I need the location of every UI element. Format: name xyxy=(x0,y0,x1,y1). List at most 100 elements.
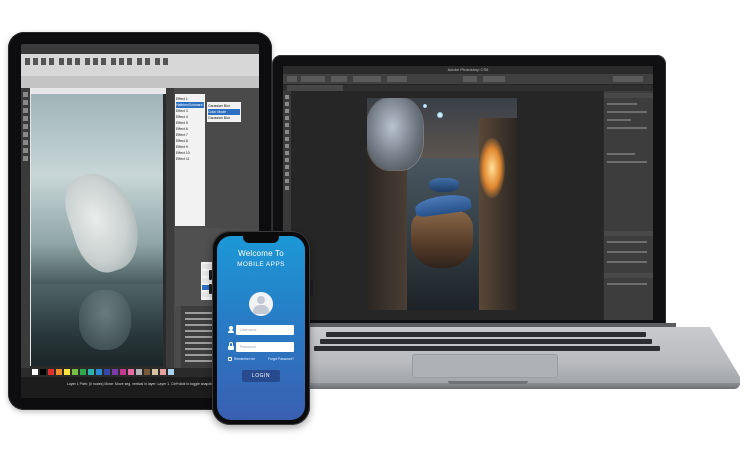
blur-preview-overlay[interactable] xyxy=(367,98,423,170)
color-swatch[interactable] xyxy=(168,369,174,375)
effects-list[interactable]: Effect 1 Halbton/Schwarz-Weiß Effect 3 E… xyxy=(175,94,205,226)
slider[interactable] xyxy=(607,111,647,113)
slider[interactable] xyxy=(607,283,647,285)
tool-icon[interactable] xyxy=(285,151,289,155)
tool-icon[interactable] xyxy=(101,58,106,65)
options-bar[interactable] xyxy=(283,74,653,85)
slider[interactable] xyxy=(607,261,647,263)
color-swatch[interactable] xyxy=(88,369,94,375)
tool-icon[interactable] xyxy=(285,95,289,99)
tool-icon[interactable] xyxy=(285,179,289,183)
tool-preset-button[interactable] xyxy=(287,76,297,82)
remember-me-checkbox[interactable] xyxy=(228,357,232,361)
color-swatch[interactable] xyxy=(72,369,78,375)
tool-icon[interactable] xyxy=(75,58,80,65)
tool-icon[interactable] xyxy=(23,100,28,105)
workspace-switcher[interactable] xyxy=(613,76,643,82)
keyboard-row[interactable] xyxy=(320,339,652,344)
slider[interactable] xyxy=(607,241,647,243)
tool-icon[interactable] xyxy=(23,132,28,137)
color-swatch[interactable] xyxy=(96,369,102,375)
tool-icon[interactable] xyxy=(23,140,28,145)
list-item[interactable]: Gaussian Blur xyxy=(208,115,240,121)
remember-me-label[interactable]: Remember me xyxy=(234,357,255,361)
slider[interactable] xyxy=(607,161,647,163)
tool-icon[interactable] xyxy=(59,58,64,65)
color-swatch[interactable] xyxy=(64,369,70,375)
tool-icon[interactable] xyxy=(163,58,168,65)
option-field[interactable] xyxy=(353,76,381,82)
color-swatch[interactable] xyxy=(160,369,166,375)
slider[interactable] xyxy=(607,127,647,129)
keyboard[interactable] xyxy=(306,330,672,352)
color-swatch[interactable] xyxy=(128,369,134,375)
tool-icon[interactable] xyxy=(23,116,28,121)
tool-icon[interactable] xyxy=(285,116,289,120)
tool-icon[interactable] xyxy=(137,58,142,65)
panel-header[interactable] xyxy=(604,273,653,278)
option-field[interactable] xyxy=(463,76,477,82)
tool-icon[interactable] xyxy=(155,58,160,65)
color-swatch[interactable] xyxy=(104,369,110,375)
keyboard-row[interactable] xyxy=(326,332,646,337)
tablet-panel-tabs[interactable] xyxy=(166,88,174,368)
tool-icon[interactable] xyxy=(285,186,289,190)
tool-icon[interactable] xyxy=(285,165,289,169)
panel-control[interactable] xyxy=(607,103,637,105)
tool-icon[interactable] xyxy=(145,58,150,65)
tool-icon[interactable] xyxy=(285,130,289,134)
color-swatch[interactable] xyxy=(144,369,150,375)
tool-icon[interactable] xyxy=(23,108,28,113)
forgot-password-link[interactable]: Forgot Password? xyxy=(268,357,294,361)
trackpad[interactable] xyxy=(412,354,558,378)
panel-header[interactable] xyxy=(604,93,653,98)
tool-icon[interactable] xyxy=(285,158,289,162)
tool-icon[interactable] xyxy=(23,124,28,129)
option-field[interactable] xyxy=(387,76,407,82)
blend-mode-list[interactable]: Gaussian Blur Color Mode Gaussian Blur xyxy=(207,102,241,122)
tool-icon[interactable] xyxy=(49,58,54,65)
color-swatch[interactable] xyxy=(48,369,54,375)
color-swatch[interactable] xyxy=(136,369,142,375)
panel-control[interactable] xyxy=(607,153,635,155)
tablet-menubar[interactable] xyxy=(21,44,259,54)
tool-icon[interactable] xyxy=(25,58,30,65)
tool-icon[interactable] xyxy=(285,102,289,106)
slider[interactable] xyxy=(607,251,647,253)
tool-icon[interactable] xyxy=(23,156,28,161)
color-swatch[interactable] xyxy=(120,369,126,375)
tool-icon[interactable] xyxy=(67,58,72,65)
keyboard-row[interactable] xyxy=(314,346,660,351)
tool-icon[interactable] xyxy=(93,58,98,65)
tablet-toolbar[interactable] xyxy=(21,54,259,76)
password-input[interactable]: Password xyxy=(236,342,294,352)
panel-control[interactable] xyxy=(607,119,631,121)
color-swatch[interactable] xyxy=(56,369,62,375)
tablet-canvas-image[interactable] xyxy=(31,94,163,366)
tool-icon[interactable] xyxy=(127,58,132,65)
color-swatch[interactable] xyxy=(40,369,46,375)
option-field[interactable] xyxy=(301,76,325,82)
tool-icon[interactable] xyxy=(285,137,289,141)
tool-icon[interactable] xyxy=(33,58,38,65)
color-swatch[interactable] xyxy=(80,369,86,375)
tool-icon[interactable] xyxy=(285,109,289,113)
option-field[interactable] xyxy=(483,76,505,82)
tool-icon[interactable] xyxy=(111,58,116,65)
list-item[interactable]: Effect 11 xyxy=(176,156,204,162)
tool-icon[interactable] xyxy=(85,58,90,65)
option-field[interactable] xyxy=(331,76,347,82)
color-swatch[interactable] xyxy=(32,369,38,375)
tool-icon[interactable] xyxy=(41,58,46,65)
tablet-toolbox[interactable] xyxy=(21,88,30,368)
tool-icon[interactable] xyxy=(285,123,289,127)
tool-icon[interactable] xyxy=(285,144,289,148)
login-button[interactable]: LOGIN xyxy=(242,370,280,382)
canal-photo[interactable] xyxy=(367,98,517,310)
panel-header[interactable] xyxy=(604,231,653,236)
username-input[interactable]: Username xyxy=(236,325,294,335)
tool-icon[interactable] xyxy=(23,92,28,97)
tool-icon[interactable] xyxy=(119,58,124,65)
tool-icon[interactable] xyxy=(23,148,28,153)
color-swatch[interactable] xyxy=(152,369,158,375)
